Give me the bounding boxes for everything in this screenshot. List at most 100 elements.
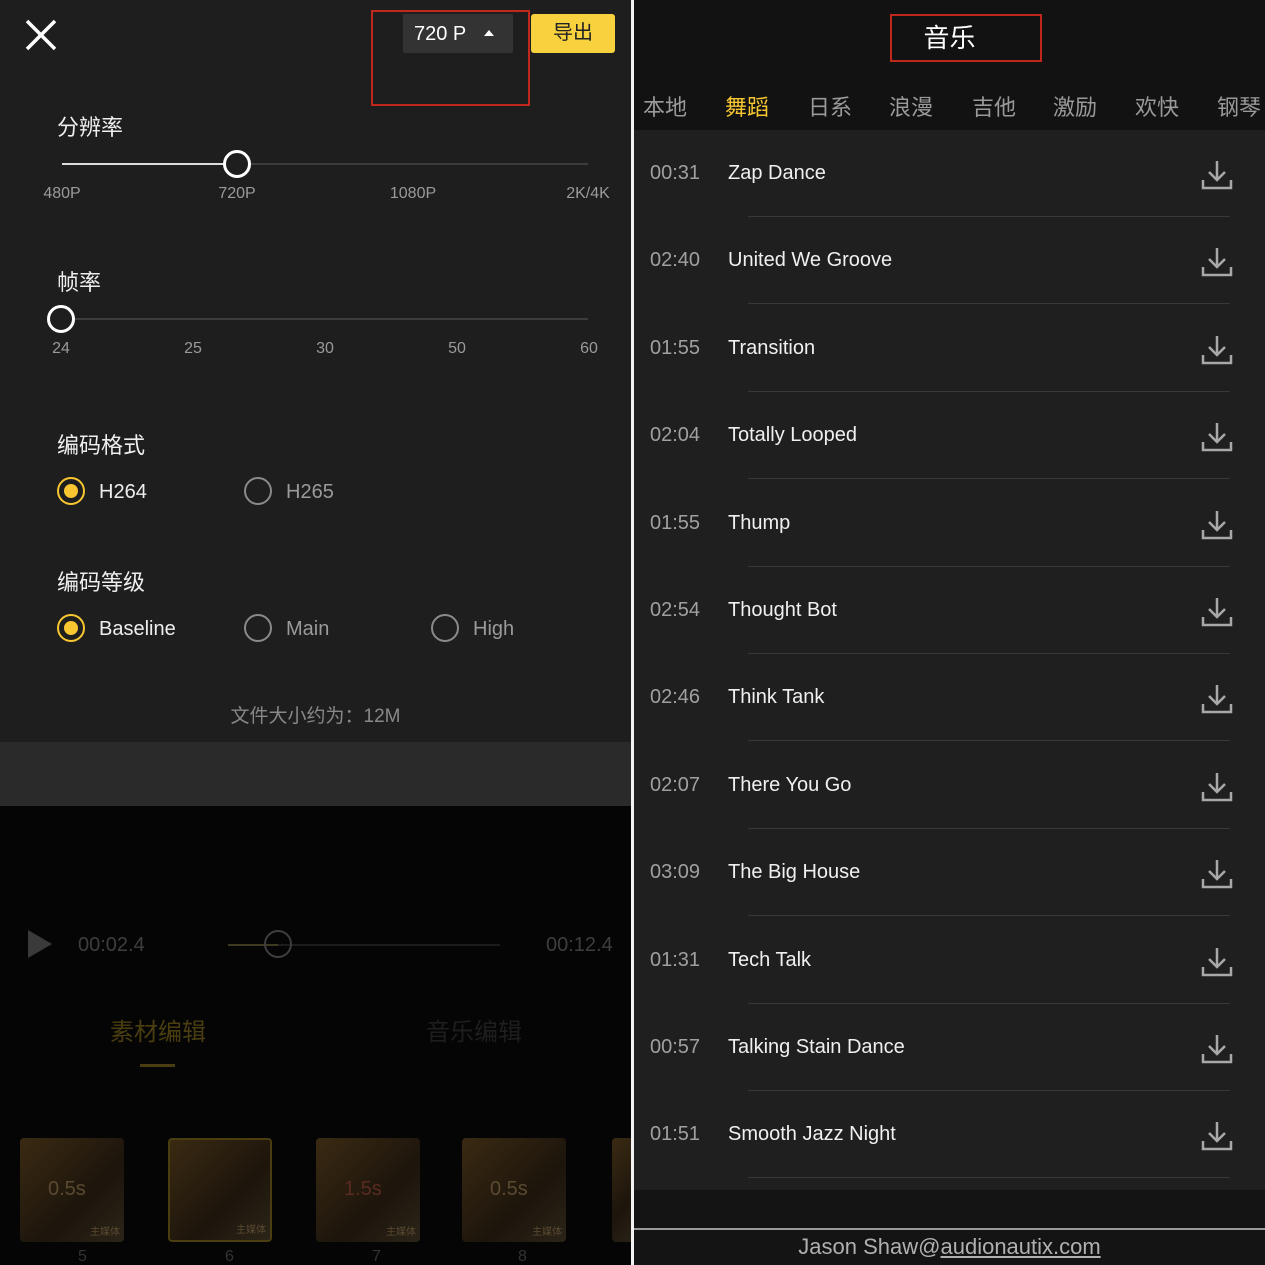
track-name: Transition: [728, 336, 816, 359]
music-panel: 音乐 本地 舞蹈 日系 浪漫 吉他 激励 欢快 钢琴 00:31 Zap Dance 02:40 U…: [634, 0, 1265, 1265]
category-tab[interactable]: 舞蹈: [725, 90, 769, 122]
download-icon[interactable]: [1200, 508, 1234, 542]
resolution-tick: 1080P: [389, 185, 437, 202]
play-icon[interactable]: [28, 930, 52, 958]
category-tab[interactable]: 吉他: [972, 90, 1016, 122]
radio-label: H264: [99, 481, 147, 503]
track-row[interactable]: 01:55 Thump: [634, 480, 1265, 567]
annotation-box: [890, 14, 1042, 62]
track-name: Thought Bot: [728, 599, 837, 621]
preview-area: [0, 742, 631, 806]
download-icon[interactable]: [1200, 420, 1234, 454]
track-duration: 00:57: [650, 1036, 701, 1058]
track-name: Totally Looped: [728, 424, 857, 447]
row-separator: [748, 1177, 1230, 1179]
frame-rate-tick: 30: [316, 340, 334, 357]
track-row[interactable]: 03:09 The Big House: [634, 829, 1265, 917]
frame-rate-tick: 25: [184, 340, 202, 357]
credit-author: Jason Shaw@: [798, 1234, 941, 1259]
track-row[interactable]: 01:55 Transition: [634, 305, 1265, 392]
radio-h265[interactable]: [244, 477, 272, 505]
radio-h264[interactable]: [57, 477, 85, 505]
download-icon[interactable]: [1200, 333, 1234, 367]
track-duration: 02:46: [650, 686, 701, 709]
radio-label: Main: [286, 618, 330, 640]
tab-music-edit[interactable]: 音乐编辑: [426, 1012, 522, 1047]
download-icon[interactable]: [1200, 595, 1234, 629]
clip-number: 5: [78, 1248, 87, 1265]
export-panel: 00:02.4 00:12.4 素材编辑 音乐编辑 0.5s 主媒体 主媒体 1.…: [0, 0, 631, 1265]
track-row[interactable]: 01:51 Smooth Jazz Night: [634, 1091, 1265, 1179]
annotation-box: [371, 10, 530, 106]
track-row[interactable]: 02:40 United We Groove: [634, 217, 1265, 305]
download-icon[interactable]: [1200, 857, 1234, 891]
download-icon[interactable]: [1200, 158, 1234, 192]
credit-link[interactable]: audionautix.com: [940, 1234, 1100, 1259]
music-credit: Jason Shaw@audionautix.com: [634, 1234, 1265, 1260]
track-row[interactable]: 01:31 Tech Talk: [634, 917, 1265, 1004]
frame-rate-tick: 60: [580, 340, 598, 357]
track-row[interactable]: 02:46 Think Tank: [634, 654, 1265, 742]
resolution-slider-fill: [62, 163, 237, 165]
profile-label: 编码等级: [57, 570, 146, 595]
track-name: The Big House: [728, 861, 861, 884]
clip-thumbnail[interactable]: [612, 1138, 631, 1242]
clip-thumbnail[interactable]: 0.5s 主媒体: [20, 1138, 124, 1242]
track-row[interactable]: 00:31 Zap Dance: [634, 130, 1265, 217]
radio-baseline[interactable]: [57, 614, 85, 642]
track-name: Thump: [728, 511, 791, 534]
track-duration: 01:55: [650, 511, 701, 534]
clip-number: 6: [225, 1248, 234, 1265]
codec-label: 编码格式: [57, 433, 146, 458]
radio-label: High: [473, 618, 515, 640]
clip-thumbnail[interactable]: 1.5s 主媒体: [316, 1138, 420, 1242]
download-icon[interactable]: [1200, 1119, 1234, 1153]
export-button[interactable]: 导出: [531, 14, 615, 53]
radio-high[interactable]: [431, 614, 459, 642]
frame-rate-slider[interactable]: [62, 318, 588, 320]
category-tab[interactable]: 浪漫: [889, 90, 933, 122]
track-list: 00:31 Zap Dance 02:40 United We Groove 01:55…: [634, 130, 1265, 1190]
category-tab[interactable]: 本地: [643, 90, 687, 122]
frame-rate-slider-knob[interactable]: [47, 305, 75, 333]
frame-rate-tick: 50: [448, 340, 466, 357]
category-tab[interactable]: 钢琴: [1217, 90, 1261, 122]
track-duration: 02:07: [650, 773, 701, 796]
clip-thumbnail-selected[interactable]: 主媒体: [168, 1138, 272, 1242]
footer-divider: [634, 1228, 1265, 1230]
category-tab[interactable]: 激励: [1053, 90, 1097, 122]
download-icon[interactable]: [1200, 945, 1234, 979]
track-row[interactable]: 02:04 Totally Looped: [634, 392, 1265, 480]
track-row[interactable]: 00:57 Talking Stain Dance: [634, 1004, 1265, 1091]
export-settings-dialog: 720 P 导出 分辨率 480P 720P 1080P 2K/4K 帧率 24…: [0, 0, 631, 742]
tab-indicator: [140, 1064, 175, 1067]
player-knob[interactable]: [264, 930, 292, 958]
resolution-tick: 2K/4K: [566, 185, 610, 202]
close-icon[interactable]: [24, 18, 58, 52]
track-duration: 02:54: [650, 599, 701, 621]
category-tab[interactable]: 日系: [808, 90, 852, 122]
clip-number: 8: [518, 1248, 527, 1265]
track-name: Smooth Jazz Night: [728, 1123, 896, 1146]
track-row[interactable]: 02:07 There You Go: [634, 742, 1265, 829]
track-duration: 01:51: [650, 1123, 701, 1146]
tab-material-edit[interactable]: 素材编辑: [110, 1012, 206, 1047]
radio-label: Baseline: [99, 618, 176, 640]
resolution-slider-knob[interactable]: [223, 150, 251, 178]
download-icon[interactable]: [1200, 245, 1234, 279]
category-tab[interactable]: 欢快: [1135, 90, 1179, 122]
clip-number: 7: [372, 1248, 381, 1265]
clip-thumbnail[interactable]: 0.5s 主媒体: [462, 1138, 566, 1242]
track-duration: 02:40: [650, 249, 701, 272]
resolution-tick: 720P: [218, 185, 256, 202]
resolution-tick: 480P: [43, 185, 81, 202]
radio-main[interactable]: [244, 614, 272, 642]
track-name: Think Tank: [728, 686, 825, 709]
track-name: There You Go: [728, 773, 852, 796]
track-row[interactable]: 02:54 Thought Bot: [634, 567, 1265, 654]
download-icon[interactable]: [1200, 682, 1234, 716]
download-icon[interactable]: [1200, 770, 1234, 804]
download-icon[interactable]: [1200, 1032, 1234, 1066]
current-time: 00:02.4: [78, 934, 145, 956]
track-duration: 00:31: [650, 162, 701, 184]
